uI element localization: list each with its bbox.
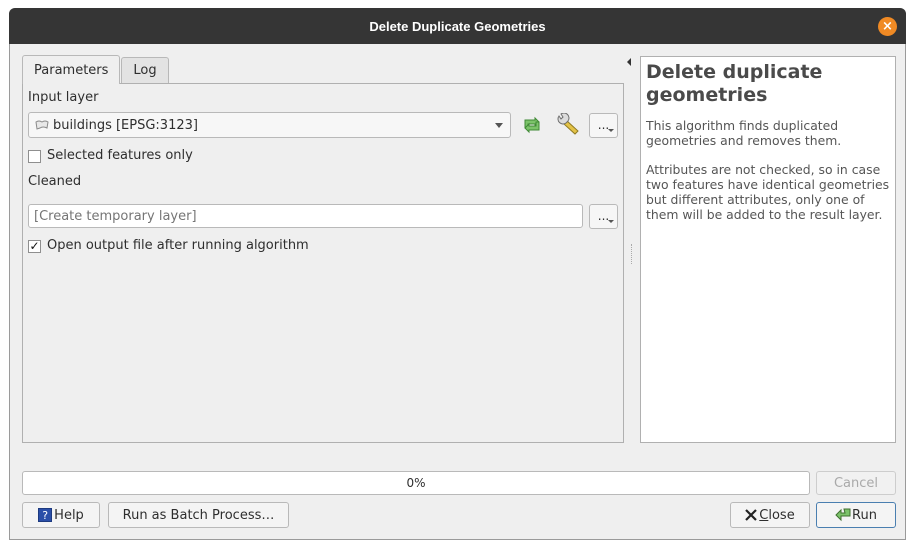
input-layer-browse-button[interactable]: ... <box>589 113 618 138</box>
run-batch-label: Run as Batch Process… <box>122 507 275 523</box>
window-title: Delete Duplicate Geometries <box>369 18 546 34</box>
selected-features-label: Selected features only <box>47 148 193 163</box>
run-batch-button[interactable]: Run as Batch Process… <box>108 502 289 528</box>
help-paragraph: This algorithm finds duplicated geometri… <box>646 118 842 148</box>
parameters-panel: Input layer buildings [EPSG:3123] ... Se… <box>22 83 624 443</box>
open-output-label: Open output file after running algorithm <box>47 238 309 253</box>
chevron-down-icon <box>608 220 614 223</box>
chevron-down-icon <box>495 123 503 128</box>
close-mnemonic: C <box>759 507 769 523</box>
cleaned-label: Cleaned <box>28 174 82 189</box>
title-bar: Delete Duplicate Geometries × <box>9 8 906 44</box>
polygon-layer-icon <box>35 120 49 130</box>
tab-parameters[interactable]: Parameters <box>22 55 121 84</box>
help-icon: ? <box>38 508 53 522</box>
tab-parameters-label: Parameters <box>34 62 109 78</box>
input-layer-label: Input layer <box>28 90 99 105</box>
cancel-button[interactable]: Cancel <box>816 471 896 495</box>
collapse-help-arrow-icon[interactable] <box>627 58 631 66</box>
help-label: Help <box>54 507 84 523</box>
close-icon[interactable]: × <box>878 17 897 36</box>
iterate-icon[interactable] <box>521 115 543 135</box>
run-label: Run <box>852 507 877 523</box>
tab-bar: Parameters Log <box>22 55 169 84</box>
progress-bar: 0% <box>22 471 810 495</box>
open-output-checkbox[interactable]: ✓ <box>28 240 41 253</box>
checkmark-icon: ✓ <box>29 239 40 253</box>
tab-log-label: Log <box>133 63 157 78</box>
chevron-down-icon <box>608 129 614 132</box>
help-paragraph: Attributes are not checked, so in case t… <box>646 162 890 222</box>
progress-text: 0% <box>406 476 426 490</box>
help-title: Delete duplicate geometries <box>646 61 823 106</box>
help-panel: Delete duplicate geometries This algorit… <box>640 56 896 443</box>
dialog-window: Delete Duplicate Geometries × Parameters… <box>9 8 906 540</box>
close-button[interactable]: Close <box>730 502 810 528</box>
wrench-icon[interactable] <box>555 113 581 137</box>
cleaned-browse-button[interactable]: ... <box>589 204 618 229</box>
input-layer-value: buildings [EPSG:3123] <box>53 117 198 133</box>
splitter-handle[interactable] <box>631 244 633 264</box>
cancel-label: Cancel <box>833 475 879 491</box>
close-x-icon <box>745 509 758 521</box>
cleaned-output-field[interactable] <box>28 204 583 228</box>
help-button[interactable]: ? Help <box>22 502 100 528</box>
tab-log[interactable]: Log <box>121 57 169 83</box>
close-label: lose <box>768 507 795 523</box>
selected-features-checkbox[interactable] <box>28 150 41 163</box>
run-button[interactable]: Run <box>816 502 896 528</box>
run-arrow-icon <box>835 508 851 522</box>
input-layer-combo[interactable]: buildings [EPSG:3123] <box>28 112 511 138</box>
